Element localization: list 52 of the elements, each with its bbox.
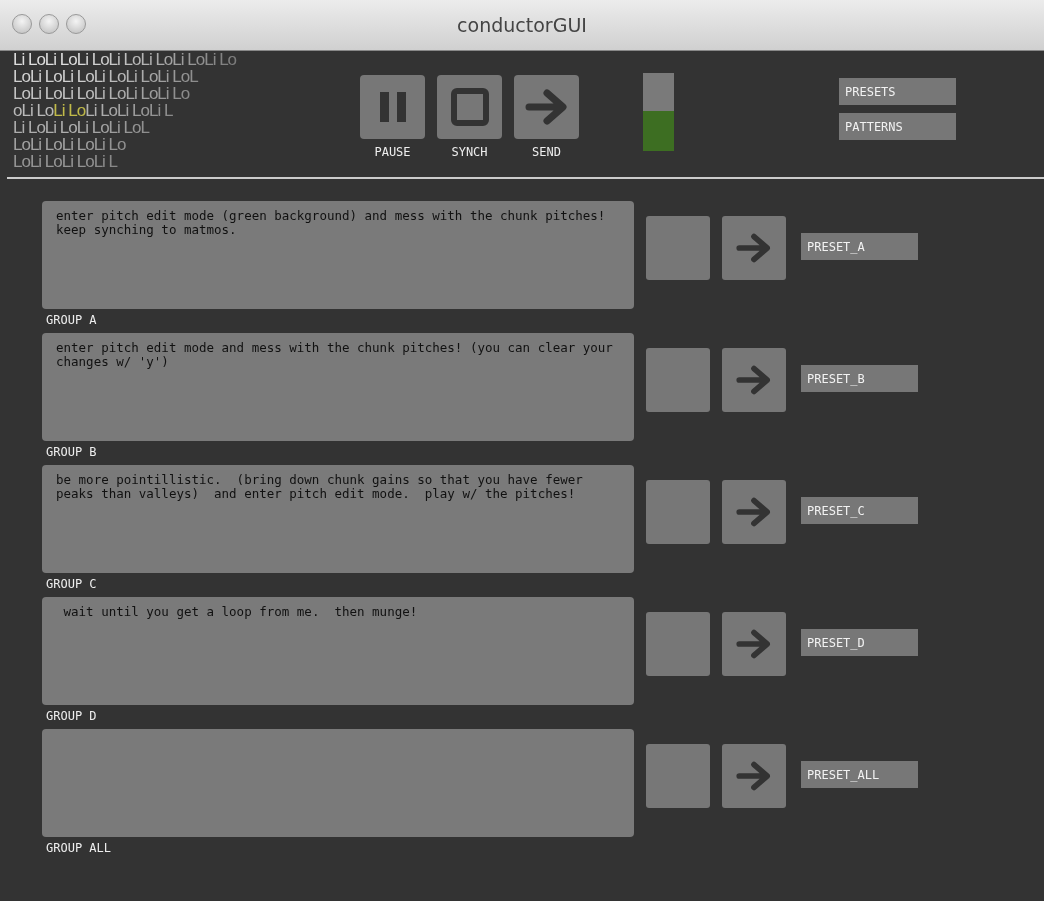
pause-button[interactable]	[360, 75, 425, 139]
logo-text: Li LoLi LoLi LoLi LoLi LoLi LoLi Lo	[13, 51, 237, 69]
close-button[interactable]	[12, 14, 32, 34]
stop-button[interactable]	[437, 75, 502, 139]
logo-text: Li Lo	[53, 101, 86, 120]
notes-box[interactable]: enter pitch edit mode (green background) and mess with the chunk pitches! keep synching to matmos.	[42, 201, 634, 309]
notes-text: be more pointillistic. (bring down chunk gains so that you have fewer peaks than valleys) and enter pitch edit mode. play w/ the pitches!	[56, 473, 584, 501]
send-button[interactable]	[722, 480, 786, 544]
menu-button[interactable]: PRESETS	[839, 78, 956, 105]
arrow-icon	[736, 232, 772, 264]
arrow-icon	[736, 760, 772, 792]
preset-button[interactable]: PRESET_ALL	[801, 761, 918, 788]
notes-box[interactable]: wait until you get a loop from me. then munge!	[42, 597, 634, 705]
logo-text: oLi Lo	[13, 101, 54, 120]
notes-box[interactable]: enter pitch edit mode and mess with the chunk pitches! (you can clear your changes w/ 'y')	[42, 333, 634, 441]
group-label: GROUP A	[45, 313, 98, 327]
pause-icon	[377, 90, 408, 124]
logo-text: Li LoLi LoLi LoLi LoL	[13, 118, 149, 137]
group-label: GROUP D	[45, 709, 98, 723]
logo-text: LoLi LoLi LoLi Lo	[13, 135, 126, 154]
logo-text: Li LoLi LoLi L	[85, 101, 173, 120]
group-label: GROUP ALL	[45, 841, 113, 855]
preset-button[interactable]: PRESET_B	[801, 365, 918, 392]
send-button[interactable]	[722, 744, 786, 808]
logo-text: LoLi LoLi LoLi L	[13, 152, 118, 171]
menu-button[interactable]: PATTERNS	[839, 113, 956, 140]
zoom-button[interactable]	[66, 14, 86, 34]
square-icon	[450, 88, 489, 126]
preset-button[interactable]: PRESET_C	[801, 497, 918, 524]
button-label: PAUSE	[374, 145, 411, 159]
arrow-icon	[736, 364, 772, 396]
send-button[interactable]	[722, 348, 786, 412]
group-label: GROUP B	[45, 445, 98, 459]
button-label: SYNCH	[451, 145, 488, 159]
send-button[interactable]	[722, 216, 786, 280]
logo-text: LoLi LoLi LoLi LoLi LoLi LoL	[13, 67, 198, 86]
arrow-icon	[736, 628, 772, 660]
send-button[interactable]	[514, 75, 579, 139]
arrow-icon	[524, 88, 569, 126]
notes-box[interactable]: be more pointillistic. (bring down chunk gains so that you have fewer peaks than valleys) and enter pitch edit mode. play w/ the pitches!	[42, 465, 634, 573]
window-title: conductorGUI	[457, 14, 587, 36]
logo-text: LoLi LoLi LoLi LoLi LoLi Lo	[13, 84, 190, 103]
minimize-button[interactable]	[39, 14, 59, 34]
preset-button[interactable]: PRESET_D	[801, 629, 918, 656]
group-label: GROUP C	[45, 577, 98, 591]
preset-button[interactable]: PRESET_A	[801, 233, 918, 260]
arrow-icon	[736, 496, 772, 528]
button-label: SEND	[532, 145, 561, 159]
notes-text: enter pitch edit mode (green background) and mess with the chunk pitches! keep synching to matmos.	[56, 209, 607, 237]
notes-text: wait until you get a loop from me. then munge!	[62, 605, 419, 619]
send-button[interactable]	[722, 612, 786, 676]
notes-text: enter pitch edit mode and mess with the chunk pitches! (you can clear your changes w/ 'y')	[56, 341, 614, 369]
